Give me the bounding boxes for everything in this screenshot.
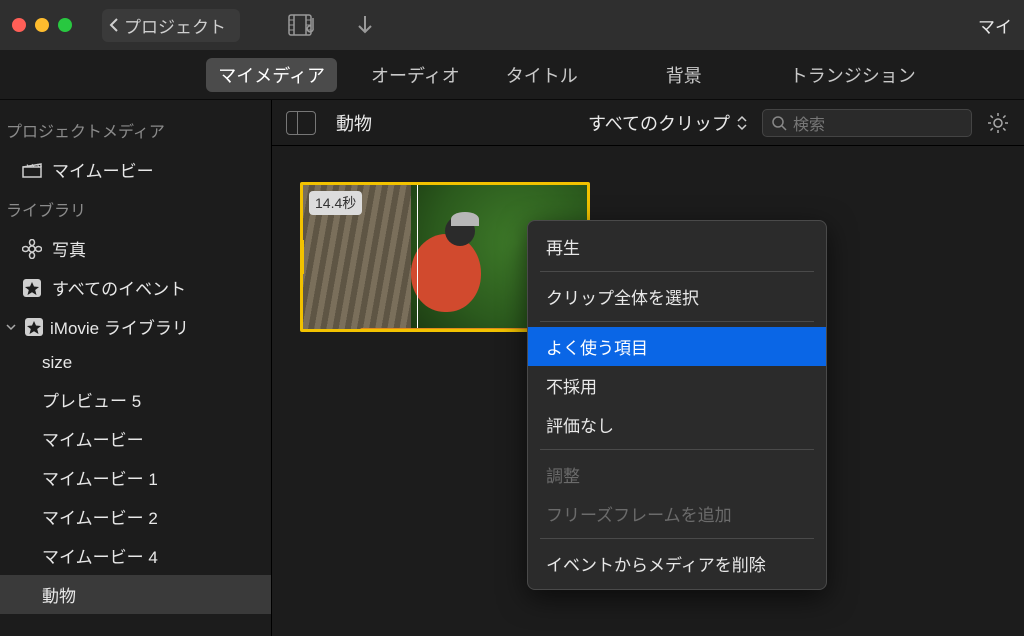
section-project-media: プロジェクトメディア — [0, 110, 271, 150]
sidebar-label: マイムービー — [52, 157, 154, 182]
section-libraries: ライブラリ — [0, 189, 271, 229]
sidebar-item-mymovie1[interactable]: マイムービー 1 — [0, 458, 271, 497]
zoom-window-button[interactable] — [58, 18, 72, 32]
sidebar-item-size[interactable]: size — [0, 346, 271, 380]
sidebar-label: iMovie ライブラリ — [50, 314, 189, 339]
menu-delete-media-from-event[interactable]: イベントからメディアを削除 — [528, 544, 826, 583]
search-input[interactable]: 検索 — [762, 109, 972, 137]
sidebar-item-imovie-library[interactable]: iMovie ライブラリ — [0, 307, 271, 346]
clip-context-menu: 再生 クリップ全体を選択 よく使う項目 不採用 評価なし 調整 フリーズフレーム… — [527, 220, 827, 590]
sidebar-toggle-button[interactable] — [286, 111, 316, 135]
sidebar-item-all-events[interactable]: すべてのイベント — [0, 268, 271, 307]
clip-filter-dropdown[interactable]: すべてのクリップ — [588, 110, 748, 136]
star-icon — [24, 317, 44, 337]
menu-separator — [540, 449, 814, 450]
toolbar-icons — [288, 14, 374, 36]
chevron-down-icon[interactable] — [4, 322, 18, 332]
tab-transitions[interactable]: トランジション — [778, 58, 928, 92]
clapperboard-icon — [22, 162, 42, 178]
clip-thumbnail-bird — [411, 234, 481, 312]
import-button[interactable] — [356, 14, 374, 36]
import-icon — [356, 14, 374, 36]
sidebar-label: 写真 — [52, 236, 86, 261]
titlebar-right-text: マイ — [978, 13, 1012, 38]
settings-button[interactable] — [986, 111, 1010, 135]
clip-trim-handle-left[interactable] — [300, 240, 304, 275]
sidebar-item-mymovie4[interactable]: マイムービー 4 — [0, 536, 271, 575]
menu-add-freeze-frame: フリーズフレームを追加 — [528, 494, 826, 533]
menu-select-entire-clip[interactable]: クリップ全体を選択 — [528, 277, 826, 316]
content-area: プロジェクトメディア マイムービー ライブラリ 写真 — [0, 100, 1024, 636]
chevron-left-icon — [108, 18, 120, 32]
sidebar-item-photos[interactable]: 写真 — [0, 229, 271, 268]
sidebar-label: すべてのイベント — [52, 275, 186, 300]
window-titlebar: プロジェクト マイ — [0, 0, 1024, 50]
media-library-button[interactable] — [288, 14, 318, 36]
sidebar-item-mymovie[interactable]: マイムービー — [0, 419, 271, 458]
library-sidebar: プロジェクトメディア マイムービー ライブラリ 写真 — [0, 100, 272, 636]
film-music-icon — [288, 14, 318, 36]
sidebar-item-preview5[interactable]: プレビュー 5 — [0, 380, 271, 419]
menu-separator — [540, 538, 814, 539]
tab-backgrounds[interactable]: 背景 — [654, 58, 714, 92]
menu-play[interactable]: 再生 — [528, 227, 826, 266]
menu-favorite[interactable]: よく使う項目 — [528, 327, 826, 366]
menu-adjust: 調整 — [528, 455, 826, 494]
menu-reject[interactable]: 不採用 — [528, 366, 826, 405]
sidebar-item-animals[interactable]: 動物 — [0, 575, 271, 614]
tab-titles[interactable]: タイトル — [494, 58, 590, 92]
menu-unrate[interactable]: 評価なし — [528, 405, 826, 444]
clip-filter-label: すべてのクリップ — [588, 110, 730, 136]
browser-title: 動物 — [336, 110, 372, 136]
media-tabs: マイメディア オーディオ タイトル 背景 トランジション — [0, 50, 1024, 100]
search-placeholder: 検索 — [793, 111, 825, 135]
back-button-label: プロジェクト — [124, 13, 226, 38]
flower-icon — [22, 239, 42, 259]
sidebar-item-mymovie2[interactable]: マイムービー 2 — [0, 497, 271, 536]
clip-playhead[interactable] — [417, 185, 418, 329]
window-controls — [12, 18, 72, 32]
close-window-button[interactable] — [12, 18, 26, 32]
clip-duration-badge: 14.4秒 — [309, 191, 362, 215]
search-icon — [771, 115, 787, 131]
minimize-window-button[interactable] — [35, 18, 49, 32]
sidebar-item-my-movie-project[interactable]: マイムービー — [0, 150, 271, 189]
gear-icon — [986, 111, 1010, 135]
updown-icon — [736, 115, 748, 131]
tab-audio[interactable]: オーディオ — [359, 58, 472, 92]
menu-separator — [540, 271, 814, 272]
tab-my-media[interactable]: マイメディア — [206, 58, 337, 92]
back-to-projects-button[interactable]: プロジェクト — [102, 9, 240, 42]
browser-header: 動物 すべてのクリップ 検索 — [272, 100, 1024, 146]
menu-separator — [540, 321, 814, 322]
star-icon — [22, 278, 42, 298]
